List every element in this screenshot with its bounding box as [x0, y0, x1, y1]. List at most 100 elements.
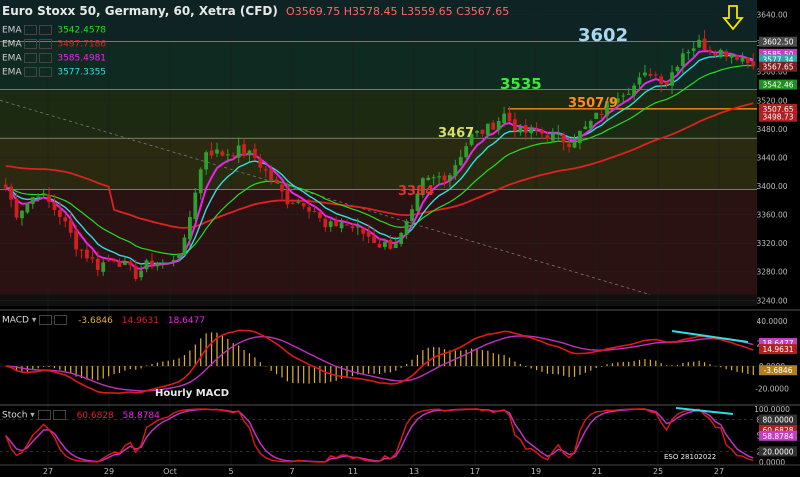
candle-body — [588, 121, 593, 129]
candle-body — [388, 239, 393, 249]
settings-icon[interactable] — [24, 39, 38, 49]
ema-legend-label: EMA — [2, 39, 22, 50]
candle-body — [691, 48, 696, 51]
settings-icon[interactable] — [39, 315, 53, 325]
candle-body — [36, 196, 41, 198]
candle-body — [166, 262, 171, 264]
candle-body — [155, 263, 160, 267]
visibility-icon[interactable] — [39, 53, 53, 63]
chevron-down-icon[interactable]: ▾ — [32, 316, 37, 326]
candle-body — [653, 74, 658, 76]
candle-body — [713, 53, 718, 56]
x-tick-label: 5 — [228, 467, 233, 476]
ema-legend-value: 3585.4981 — [57, 53, 107, 64]
candle-body — [372, 236, 376, 243]
candle-body — [383, 241, 387, 248]
candle-body — [193, 192, 198, 219]
macd-legend[interactable]: MACD ▾ -3.6846 14.9631 18.6477 — [2, 315, 205, 327]
x-tick-label: 27 — [714, 467, 724, 476]
candle-body — [328, 221, 333, 227]
macd-caption: Hourly MACD — [155, 388, 229, 399]
price-label: 3542.46 — [762, 81, 793, 90]
y-tick-label: 3640.00 — [756, 11, 787, 20]
candle-body — [556, 133, 561, 135]
candle-body — [20, 210, 24, 219]
candle-body — [740, 57, 745, 62]
candle-body — [745, 57, 750, 64]
stoch-legend[interactable]: Stoch ▾ 60.6828 58.8784 — [2, 410, 160, 422]
candle-body — [296, 201, 301, 203]
y-tick-label: 3240.00 — [756, 296, 787, 305]
candle-body — [236, 145, 241, 158]
candle-body — [269, 169, 274, 180]
macd-signal-value: 18.6477 — [167, 315, 206, 326]
y-tick-label: 100.0000 — [754, 405, 790, 414]
candle-body — [177, 254, 181, 259]
candle-body — [659, 76, 664, 84]
candle-body — [301, 202, 306, 207]
visibility-icon[interactable] — [52, 410, 66, 420]
candle-body — [366, 231, 371, 237]
visibility-icon[interactable] — [39, 25, 53, 35]
candle-body — [355, 226, 360, 228]
candle-body — [3, 184, 8, 188]
settings-icon[interactable] — [37, 410, 51, 420]
candle-body — [534, 129, 539, 131]
candle-body — [393, 242, 398, 249]
watermark-label: ESO 28102022 — [664, 453, 716, 461]
x-tick-label: 17 — [470, 467, 480, 476]
visibility-icon[interactable] — [39, 39, 53, 49]
ema-legend-1[interactable]: EMA 3542.4578 — [2, 25, 106, 37]
candle-body — [52, 202, 57, 210]
candle-body — [182, 237, 187, 256]
macd-hist-value: -3.6846 — [78, 315, 113, 326]
level-label-3384: 3384 — [398, 184, 434, 199]
candle-body — [670, 72, 674, 86]
candle-body — [247, 150, 252, 156]
ema-legend-value: 3542.4578 — [57, 25, 107, 36]
ohlc-values: O3569.75 H3578.45 L3559.65 C3567.65 — [286, 5, 510, 18]
settings-icon[interactable] — [24, 53, 38, 63]
candle-body — [404, 221, 409, 235]
visibility-icon[interactable] — [54, 315, 68, 325]
ema-legend-value: 3497.7186 — [57, 39, 107, 50]
candle-body — [729, 54, 734, 58]
ema-legend-4[interactable]: EMA 3577.3355 — [2, 67, 106, 79]
candle-body — [258, 158, 263, 168]
candle-body — [675, 66, 680, 72]
candle-body — [57, 210, 62, 218]
macd-line-value: 14.9631 — [121, 315, 159, 326]
x-tick-label: 21 — [592, 467, 602, 476]
ema-legend-3[interactable]: EMA 3585.4981 — [2, 53, 106, 65]
ema-legend-2[interactable]: EMA 3497.7186 — [2, 39, 106, 51]
candle-body — [307, 207, 311, 212]
x-tick-label: 7 — [289, 467, 294, 476]
macd-name: MACD — [2, 315, 29, 326]
visibility-icon[interactable] — [39, 67, 53, 77]
candle-body — [578, 130, 582, 143]
candle-body — [502, 113, 506, 124]
chevron-down-icon[interactable]: ▾ — [30, 411, 35, 421]
candle-body — [664, 82, 669, 85]
y-tick-label: 3360.00 — [756, 211, 787, 220]
x-tick-label: 19 — [531, 467, 541, 476]
candle-body — [204, 152, 209, 170]
candle-body — [648, 73, 653, 76]
candle-body — [480, 129, 485, 134]
candle-body — [513, 119, 517, 132]
candle-body — [187, 216, 192, 240]
candle-body — [637, 77, 642, 85]
candle-body — [339, 222, 344, 229]
candle-body — [545, 135, 550, 139]
candle-body — [345, 224, 349, 226]
candle-body — [523, 125, 528, 133]
candle-body — [718, 49, 723, 58]
settings-icon[interactable] — [24, 25, 38, 35]
candle-body — [280, 184, 284, 192]
settings-icon[interactable] — [24, 67, 38, 77]
price-chart[interactable]: 3602 3535 3507/9 3467 3384 3240.00 3280.00 3320… — [0, 0, 800, 477]
candle-body — [63, 217, 68, 222]
candle-body — [231, 155, 236, 157]
candle-body — [361, 227, 366, 234]
candle-body — [708, 49, 712, 52]
